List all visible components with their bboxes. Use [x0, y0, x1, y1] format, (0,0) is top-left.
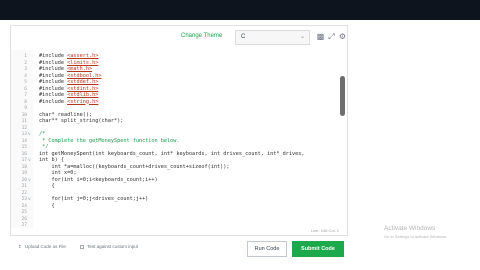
- code-line: 27: [11, 221, 347, 228]
- change-theme-link[interactable]: Change Theme: [181, 33, 222, 39]
- fullscreen-icon[interactable]: ⤢: [327, 32, 336, 41]
- custom-input-option[interactable]: Test against custom input: [80, 244, 138, 249]
- watermark-subtitle: Go to Settings to activate Windows.: [384, 234, 448, 239]
- upload-code-option[interactable]: ↥ Upload Code as File: [18, 244, 66, 250]
- code-area[interactable]: 1 #include <assert.h> 2 #include <limits.h>…: [11, 50, 347, 228]
- gear-icon[interactable]: ⚙: [338, 32, 347, 41]
- editor-toolbar: Change Theme C ⌄ ▩ ⤢ ⚙: [11, 26, 347, 50]
- run-code-button[interactable]: Run Code: [247, 241, 287, 257]
- top-navigation-bar: [0, 0, 480, 20]
- custom-input-checkbox[interactable]: [80, 244, 84, 249]
- upload-icon: ↥: [18, 244, 22, 249]
- cursor-status: Line: 146 Col: 1: [310, 228, 339, 233]
- language-select-value: C: [241, 34, 246, 40]
- line-number: 27: [21, 223, 27, 228]
- custom-input-label: Test against custom input: [87, 244, 138, 249]
- submit-code-button[interactable]: Submit Code: [292, 241, 344, 257]
- chevron-down-icon: ⌄: [299, 34, 305, 40]
- code-editor-panel: Change Theme C ⌄ ▩ ⤢ ⚙ 1 #include <assert…: [10, 25, 348, 236]
- settings-reset-icon[interactable]: ▩: [316, 32, 325, 41]
- language-select[interactable]: C ⌄: [235, 30, 310, 45]
- editor-scrollbar[interactable]: [340, 76, 345, 116]
- upload-label: Upload Code as File: [25, 244, 66, 249]
- watermark-title: Activate Windows: [384, 225, 436, 232]
- activation-watermark: Activate Windows Go to Settings to activ…: [384, 225, 447, 239]
